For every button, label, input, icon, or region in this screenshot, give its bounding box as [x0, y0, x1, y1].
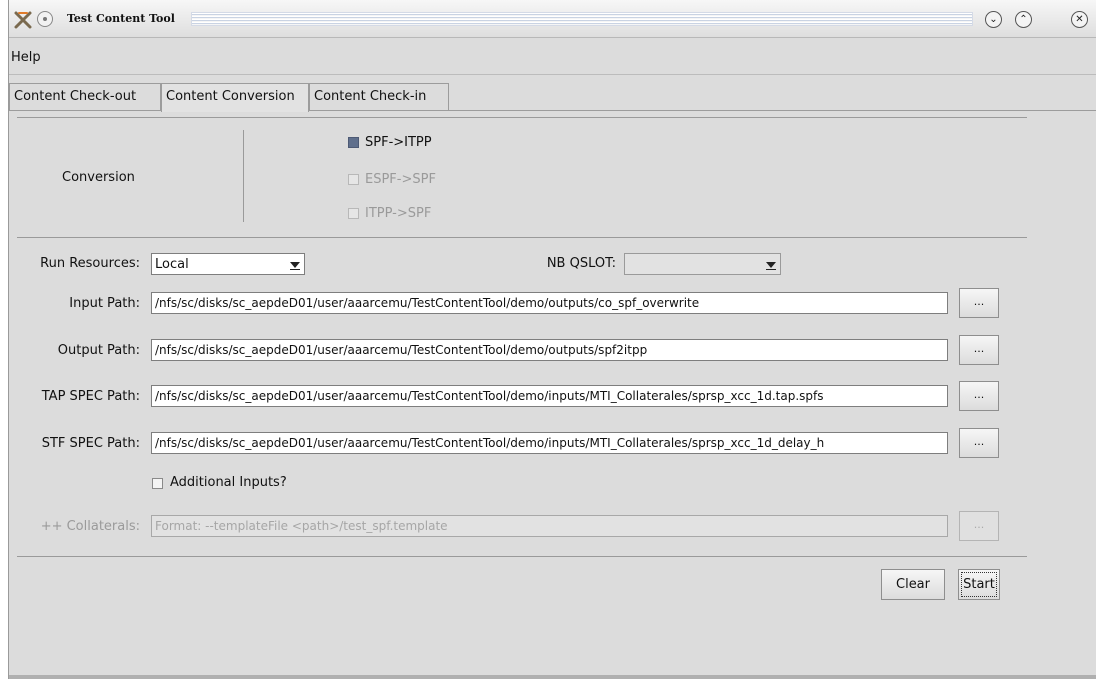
divider-top	[17, 117, 1027, 118]
chevron-down-icon	[290, 262, 300, 270]
tap-spec-path-field[interactable]: /nfs/sc/disks/sc_aepdeD01/user/aaarcemu/…	[151, 385, 948, 407]
collaterals-browse-button[interactable]: ...	[959, 511, 999, 541]
minimize-icon[interactable]: ⌄	[985, 11, 1002, 28]
chevron-down-icon	[766, 262, 776, 270]
tab-content-conversion[interactable]: Content Conversion	[161, 83, 309, 112]
close-icon[interactable]: ✕	[1071, 11, 1088, 28]
window-menu-icon[interactable]	[37, 11, 53, 27]
output-path-browse-button[interactable]: ...	[959, 335, 999, 365]
additional-inputs-checkbox[interactable]	[152, 478, 163, 489]
tab-content-check-in[interactable]: Content Check-in	[309, 83, 449, 110]
output-path-field[interactable]: /nfs/sc/disks/sc_aepdeD01/user/aaarcemu/…	[151, 339, 948, 361]
conversion-divider	[243, 130, 244, 222]
maximize-icon[interactable]: ⌃	[1015, 11, 1032, 28]
app-window: Test Content Tool ⌄ ⌃ ✕ Help Content Che…	[8, 0, 1096, 679]
espf-spf-checkbox[interactable]	[348, 174, 359, 185]
divider-bottom	[17, 556, 1027, 557]
divider-middle	[17, 237, 1027, 238]
additional-inputs-label: Additional Inputs?	[170, 475, 287, 490]
spf-itpp-checkbox[interactable]	[348, 137, 359, 148]
window-title: Test Content Tool	[67, 12, 175, 25]
input-path-field[interactable]: /nfs/sc/disks/sc_aepdeD01/user/aaarcemu/…	[151, 292, 948, 314]
title-bar[interactable]: Test Content Tool ⌄ ⌃ ✕	[9, 0, 1096, 38]
output-path-label: Output Path:	[57, 343, 140, 358]
input-path-label: Input Path:	[69, 296, 140, 311]
app-logo-icon	[14, 11, 32, 29]
title-bar-decoration	[191, 12, 973, 26]
stf-spec-path-field[interactable]: /nfs/sc/disks/sc_aepdeD01/user/aaarcemu/…	[151, 432, 948, 454]
clear-button[interactable]: Clear	[881, 569, 945, 600]
stf-spec-path-label: STF SPEC Path:	[41, 436, 140, 451]
nb-qslot-select[interactable]	[624, 253, 781, 275]
menu-help[interactable]: Help	[11, 50, 41, 65]
menu-bar: Help	[9, 38, 1096, 75]
input-path-browse-button[interactable]: ...	[959, 288, 999, 318]
itpp-spf-checkbox[interactable]	[348, 208, 359, 219]
tab-content-check-out[interactable]: Content Check-out	[9, 83, 161, 110]
conversion-label: Conversion	[62, 170, 135, 185]
start-button[interactable]: Start	[958, 569, 1000, 600]
itpp-spf-label: ITPP->SPF	[365, 206, 432, 221]
collaterals-label: ++ Collaterals:	[40, 519, 140, 534]
collaterals-field[interactable]: Format: --templateFile <path>/test_spf.t…	[151, 515, 948, 537]
window-bottom-border	[9, 675, 1096, 679]
tap-spec-path-browse-button[interactable]: ...	[959, 381, 999, 411]
espf-spf-label: ESPF->SPF	[365, 172, 436, 187]
spf-itpp-label: SPF->ITPP	[365, 135, 432, 150]
run-resources-select[interactable]: Local	[151, 253, 305, 275]
stf-spec-path-browse-button[interactable]: ...	[959, 428, 999, 458]
nb-qslot-label: NB QSLOT:	[546, 256, 616, 271]
run-resources-value: Local	[155, 257, 189, 272]
tap-spec-path-label: TAP SPEC Path:	[41, 389, 140, 404]
run-resources-label: Run Resources:	[40, 256, 140, 271]
